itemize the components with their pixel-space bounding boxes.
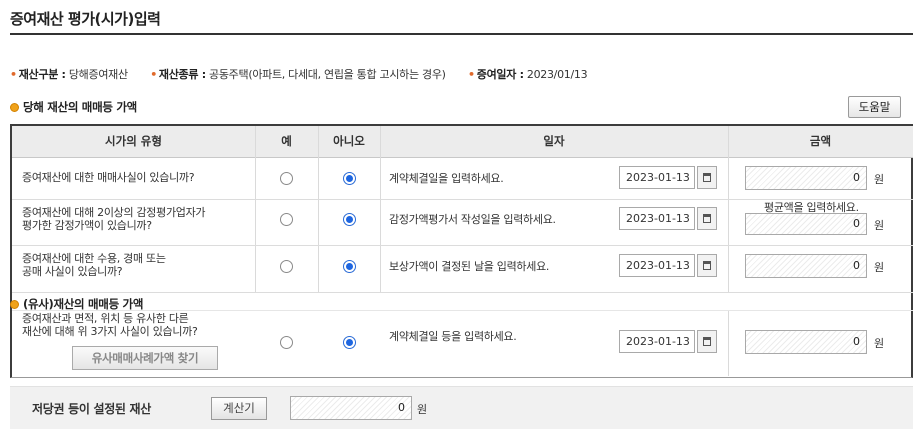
radio-no-row2[interactable] [343,213,356,226]
section-bullet-icon [10,103,19,112]
date-label: 증여일자 : [476,68,524,81]
unit-label: 원 [874,337,885,350]
question-expropriation: 증여재산에 대한 수용, 경매 또는 공매 사실이 있습니까? [22,252,166,278]
column-header-type: 시가의 유형 [12,126,255,158]
calendar-icon[interactable] [697,207,717,230]
type-label: 재산종류 : [158,68,206,81]
page-title: 증여재산 평가(시가)입력 [10,10,161,28]
section-title-text: 당해 재산의 매매등 가액 [23,100,137,114]
radio-no-row1[interactable] [343,172,356,185]
date-input-row1[interactable]: 2023-01-13 [619,166,695,189]
type-value: 공동주택(아파트, 다세대, 연립을 통합 고시하는 경우) [209,68,446,81]
bullet-icon: • [468,68,475,81]
section-bullet-icon [10,300,19,309]
mortgage-row: 저당권 등이 설정된 재산 계산기 0 원 [10,386,913,429]
question-similar-property: 증여재산과 면적, 위치 등 유사한 다른 재산에 대해 위 3가지 사실이 있… [22,312,198,338]
bullet-icon: • [150,68,157,81]
mortgage-label: 저당권 등이 설정된 재산 [32,402,152,416]
calendar-icon[interactable] [697,330,717,353]
section-title-current: 당해 재산의 매매등 가액 [10,99,137,115]
info-line: • 재산구분 : 당해증여재산 • 재산종류 : 공동주택(아파트, 다세대, 연립… [10,66,588,82]
bullet-icon: • [10,68,17,81]
help-button[interactable]: 도움말 [848,96,901,118]
date-value: 2023/01/13 [526,68,588,81]
category-label: 재산구분 : [18,68,66,81]
valuation-table: 시가의 유형 예 아니오 일자 금액 증여재산에 대한 매매사실이 있습니까? … [10,124,913,378]
question-sale-fact: 증여재산에 대한 매매사실이 있습니까? [22,171,195,184]
radio-yes-row2[interactable] [280,213,293,226]
column-header-date: 일자 [380,126,728,158]
date-instruction: 계약체결일을 입력하세요. [389,172,504,185]
date-instruction: 계약체결일 등을 입력하세요. [389,330,517,343]
radio-yes-row3[interactable] [280,260,293,273]
amount-input-row3[interactable]: 0 [745,254,867,278]
calculator-button[interactable]: 계산기 [211,397,267,420]
mortgage-amount-input[interactable]: 0 [290,396,412,420]
unit-label: 원 [874,173,885,186]
column-header-yes: 예 [255,126,318,158]
date-input-row3[interactable]: 2023-01-13 [619,254,695,277]
unit-label: 원 [417,403,428,416]
date-input-row2[interactable]: 2023-01-13 [619,207,695,230]
date-input-similar[interactable]: 2023-01-13 [619,330,695,353]
section-title-text: (유사)재산의 매매등 가액 [23,297,144,311]
unit-label: 원 [874,261,885,274]
date-instruction: 보상가액이 결정된 날을 입력하세요. [389,260,550,273]
column-header-amount: 금액 [728,126,913,158]
column-header-no: 아니오 [318,126,380,158]
find-similar-sale-button[interactable]: 유사매매사례가액 찾기 [72,346,218,370]
radio-no-row3[interactable] [343,260,356,273]
amount-input-row2[interactable]: 0 [745,213,867,235]
calendar-icon[interactable] [697,254,717,277]
title-divider [10,33,913,35]
amount-input-row1[interactable]: 0 [745,166,867,190]
question-appraisal: 증여재산에 대해 2이상의 감정평가업자가 평가한 감정가액이 있습니까? [22,206,206,232]
date-instruction: 감정가액평가서 작성일을 입력하세요. [389,213,556,226]
radio-yes-similar[interactable] [280,336,293,349]
unit-label: 원 [874,219,885,232]
radio-yes-row1[interactable] [280,172,293,185]
category-value: 당해증여재산 [68,68,128,81]
calendar-icon[interactable] [697,166,717,189]
amount-input-similar[interactable]: 0 [745,330,867,354]
radio-no-similar[interactable] [343,336,356,349]
